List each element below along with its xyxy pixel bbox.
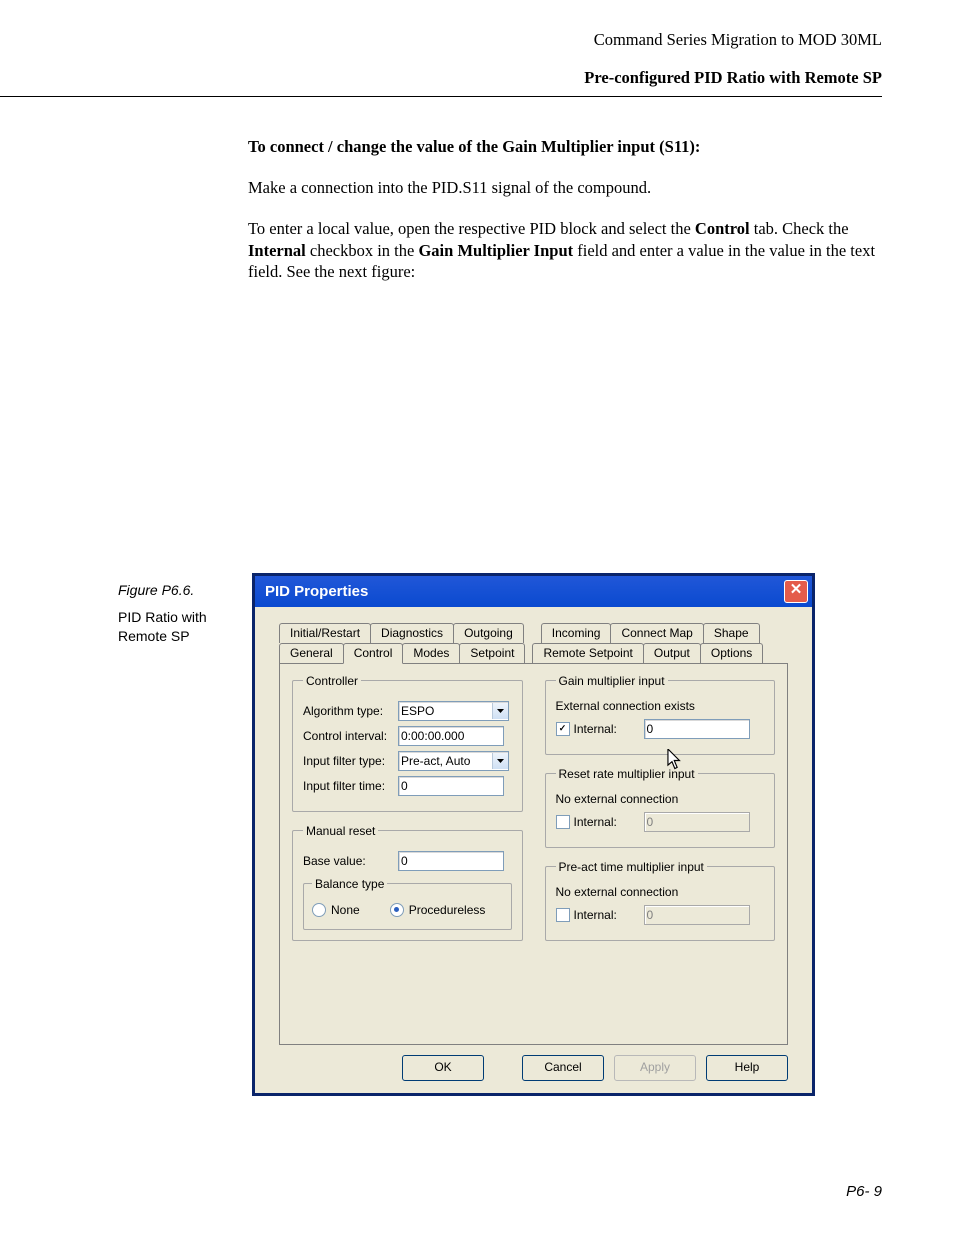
control-interval-label: Control interval: (303, 729, 398, 743)
tab-incoming[interactable]: Incoming (541, 623, 612, 643)
tab-output[interactable]: Output (643, 643, 701, 663)
chevron-down-icon (492, 753, 508, 769)
close-icon[interactable]: ✕ (784, 580, 808, 603)
tab-outgoing[interactable]: Outgoing (453, 623, 524, 643)
cancel-button[interactable]: Cancel (522, 1055, 604, 1081)
reset-rate-group: Reset rate multiplier input No external … (545, 767, 776, 848)
base-value-input[interactable] (398, 851, 504, 871)
algorithm-type-select[interactable]: ESPO (398, 701, 509, 721)
tab-initial-restart[interactable]: Initial/Restart (279, 623, 371, 643)
ok-button[interactable]: OK (402, 1055, 484, 1081)
dialog-title: PID Properties (265, 583, 368, 600)
balance-type-legend: Balance type (312, 877, 387, 891)
algorithm-type-label: Algorithm type: (303, 704, 398, 718)
balance-none-radio[interactable] (312, 903, 326, 917)
tab-remote-setpoint[interactable]: Remote Setpoint (532, 643, 643, 663)
preact-internal-label: Internal: (574, 908, 644, 922)
controller-group: Controller Algorithm type: ESPO Control … (292, 674, 523, 812)
preact-time-legend: Pre-act time multiplier input (556, 860, 707, 874)
gain-multiplier-legend: Gain multiplier input (556, 674, 668, 688)
input-filter-type-select[interactable]: Pre-act, Auto (398, 751, 509, 771)
page-number: P6- 9 (0, 1183, 954, 1230)
tab-setpoint[interactable]: Setpoint (459, 643, 525, 663)
help-button[interactable]: Help (706, 1055, 788, 1081)
reset-internal-label: Internal: (574, 815, 644, 829)
tab-control[interactable]: Control (343, 643, 404, 664)
controller-legend: Controller (303, 674, 361, 688)
tab-diagnostics[interactable]: Diagnostics (370, 623, 454, 643)
gain-connection-status: External connection exists (556, 699, 765, 713)
tab-connect-map[interactable]: Connect Map (610, 623, 703, 643)
preact-internal-input (644, 905, 750, 925)
instruction-heading: To connect / change the value of the Gai… (248, 137, 882, 157)
reset-internal-input (644, 812, 750, 832)
balance-none-label: None (331, 903, 360, 917)
gain-internal-checkbox[interactable] (556, 722, 570, 736)
reset-connection-status: No external connection (556, 792, 765, 806)
tab-modes[interactable]: Modes (402, 643, 460, 663)
figure-caption: PID Ratio with Remote SP (118, 608, 238, 646)
input-filter-time-label: Input filter time: (303, 779, 398, 793)
figure-number: Figure P6.6. (118, 581, 238, 600)
control-interval-input[interactable] (398, 726, 504, 746)
page-header-title: Command Series Migration to MOD 30ML (0, 30, 882, 50)
preact-connection-status: No external connection (556, 885, 765, 899)
tab-shape[interactable]: Shape (703, 623, 760, 643)
manual-reset-legend: Manual reset (303, 824, 378, 838)
balance-procedureless-label: Procedureless (409, 903, 486, 917)
pid-properties-dialog: PID Properties ✕ Initial/Restart Diagnos… (252, 573, 815, 1096)
gain-multiplier-group: Gain multiplier input External connectio… (545, 674, 776, 755)
tab-general[interactable]: General (279, 643, 344, 663)
input-filter-time-input[interactable] (398, 776, 504, 796)
tab-options[interactable]: Options (700, 643, 763, 663)
gain-internal-input[interactable] (644, 719, 750, 739)
input-filter-type-label: Input filter type: (303, 754, 398, 768)
manual-reset-group: Manual reset Base value: Balance type No… (292, 824, 523, 941)
balance-procedureless-radio[interactable] (390, 903, 404, 917)
reset-internal-checkbox[interactable] (556, 815, 570, 829)
chevron-down-icon (492, 703, 508, 719)
gain-internal-label: Internal: (574, 722, 644, 736)
instruction-p1: Make a connection into the PID.S11 signa… (248, 177, 882, 198)
preact-internal-checkbox[interactable] (556, 908, 570, 922)
preact-time-group: Pre-act time multiplier input No externa… (545, 860, 776, 941)
apply-button: Apply (614, 1055, 696, 1081)
cursor-arrow-icon (667, 749, 685, 772)
page-header-subtitle: Pre-configured PID Ratio with Remote SP (0, 68, 882, 88)
instruction-p2: To enter a local value, open the respect… (248, 218, 882, 282)
base-value-label: Base value: (303, 854, 398, 868)
